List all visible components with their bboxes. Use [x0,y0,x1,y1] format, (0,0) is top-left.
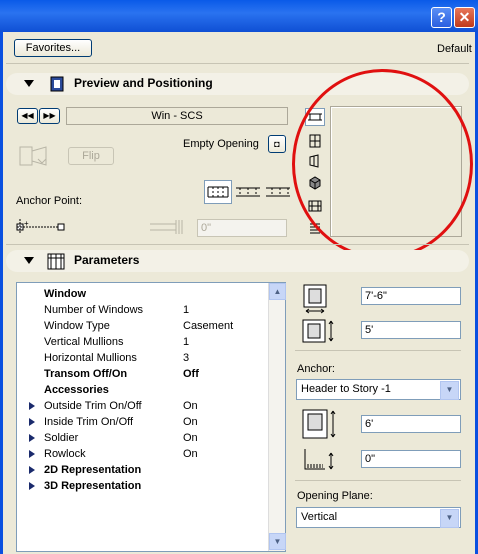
width-field[interactable]: 7'-6" [361,287,461,305]
param-value: On [183,400,198,412]
parameter-list[interactable]: Window Number of Windows 1 Window Type Cas… [16,282,286,552]
title-bar [0,0,478,32]
param-label: Outside Trim On/Off [44,400,142,412]
sill-height-field[interactable]: 0" [361,450,461,468]
anchor-label: Anchor: [297,363,335,375]
object-name-field: Win - SCS [66,107,288,125]
expand-arrow-icon[interactable] [29,482,35,490]
opening-plane-select[interactable]: Vertical ▼ [296,507,461,528]
collapse-triangle-icon[interactable] [24,80,34,87]
param-label: Accessories [44,384,109,396]
anchor-point-label: Anchor Point: [16,195,83,207]
anchor-select[interactable]: Header to Story -1 ▼ [296,379,461,400]
list-item[interactable]: Window Type Casement [17,318,269,334]
empty-opening-label: Empty Opening [183,138,259,150]
chevron-down-icon[interactable]: ▼ [440,381,459,400]
list-scrollbar[interactable]: ▲ ▼ [268,283,286,551]
header-height-field[interactable]: 6' [361,415,461,433]
param-label: Window [44,288,87,300]
header-height-icon [301,408,341,442]
window-settings-icon [48,75,66,93]
annotation-circle [292,69,473,259]
list-item[interactable]: Number of Windows 1 [17,302,269,318]
list-item[interactable]: Accessories [17,382,269,398]
chevron-down-icon[interactable]: ▼ [440,509,459,528]
opening-plane-label: Opening Plane: [297,490,373,502]
expand-arrow-icon[interactable] [29,466,35,474]
expand-arrow-icon[interactable] [29,434,35,442]
list-item[interactable]: Outside Trim On/Off On [17,398,269,414]
param-label: Vertical Mullions [44,336,124,348]
collapse-triangle-icon[interactable] [24,257,34,264]
svg-text:+: + [24,219,29,228]
parameters-icon [46,251,66,271]
offset-field[interactable]: 0" [197,219,287,237]
favorites-button[interactable]: Favorites... [14,39,92,57]
list-item[interactable]: 2D Representation [17,462,269,478]
list-item[interactable]: Rowlock On [17,446,269,462]
list-item[interactable]: Vertical Mullions 1 [17,334,269,350]
default-label: Default [437,43,472,55]
scroll-up-button[interactable]: ▲ [269,283,286,300]
anchor-left-option[interactable] [204,180,232,204]
expand-arrow-icon[interactable] [29,402,35,410]
opening-plane-select-value: Vertical [301,511,338,523]
param-value: On [183,448,198,460]
param-label: Inside Trim On/Off [44,416,134,428]
param-label: Window Type [44,320,110,332]
param-value: 1 [183,304,190,316]
height-icon [301,318,341,344]
param-label: Soldier [44,432,79,444]
width-icon [301,283,331,315]
divider [6,63,469,64]
empty-opening-checkbox[interactable]: ◘ [268,135,286,153]
divider [295,350,461,351]
previous-button[interactable]: ◀◀ [17,108,38,124]
anchor-point-selector-icon[interactable]: + [16,217,66,235]
divider [6,244,469,245]
next-button[interactable]: ▶▶ [39,108,60,124]
param-label: Horizontal Mullions [44,352,137,364]
anchor-right-option[interactable] [264,182,292,202]
list-item[interactable]: Inside Trim On/Off On [17,414,269,430]
flip-door-icon [16,143,52,169]
param-label: Rowlock [44,448,86,460]
list-item[interactable]: Transom Off/On Off [17,366,269,382]
list-item[interactable]: Window [17,286,269,302]
param-value: On [183,432,198,444]
list-item[interactable]: 3D Representation [17,478,269,494]
anchor-select-value: Header to Story -1 [301,383,391,395]
flip-button[interactable]: Flip [68,147,114,165]
scroll-down-button[interactable]: ▼ [269,533,286,550]
param-label: 2D Representation [44,464,142,476]
preview-section-title: Preview and Positioning [74,76,213,90]
param-value: Off [183,368,199,380]
anchor-center-option[interactable] [234,182,262,202]
expand-arrow-icon[interactable] [29,450,35,458]
param-value: Casement [183,320,234,332]
param-value: On [183,416,198,428]
param-label: Number of Windows [44,304,144,316]
sill-height-icon [301,447,341,473]
height-field[interactable]: 5' [361,321,461,339]
list-item[interactable]: Soldier On [17,430,269,446]
param-label: 3D Representation [44,480,142,492]
param-value: 3 [183,352,190,364]
expand-arrow-icon[interactable] [29,418,35,426]
close-button[interactable]: ✕ [454,7,475,28]
help-button[interactable]: ? [431,7,452,28]
parameters-section-title: Parameters [74,253,140,267]
offset-icon [148,216,188,238]
param-value: 1 [183,336,190,348]
param-label: Transom Off/On [44,368,128,380]
divider [295,480,461,481]
list-item[interactable]: Horizontal Mullions 3 [17,350,269,366]
